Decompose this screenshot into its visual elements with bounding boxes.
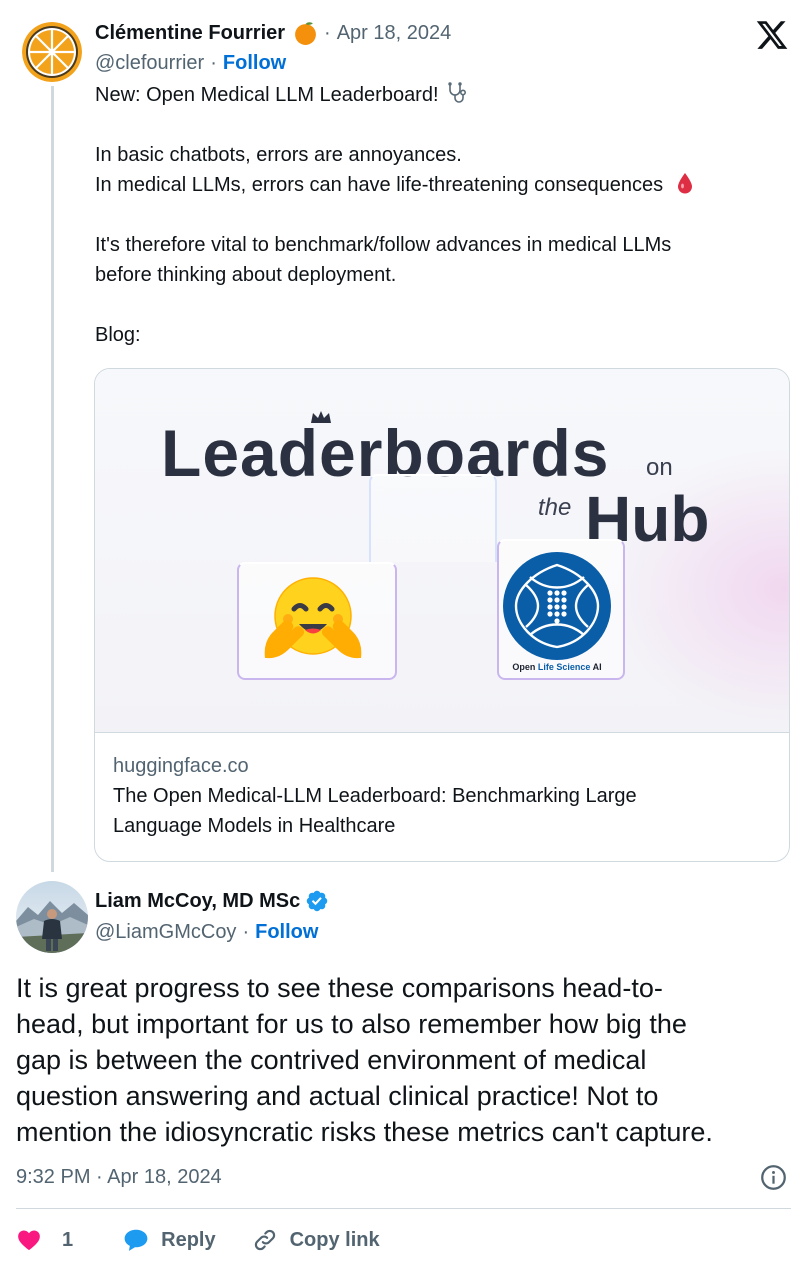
heart-icon [18,1230,40,1251]
separator-dot: · [324,21,331,44]
orange-emoji-icon [295,21,316,45]
tweet-actions-bar: 1 Reply Copy link [16,1222,416,1258]
copy-link-label: Copy link [289,1228,380,1251]
tweet-blank-line [95,200,785,230]
tweet-line: mention the idiosyncratic risks these me… [16,1117,713,1147]
tweet-line: It is great progress to see these compar… [16,973,663,1003]
like-button[interactable]: 1 [16,1227,73,1253]
reply-label: Reply [161,1228,216,1251]
tweet-line: gap is between the contrived environment… [16,1045,647,1075]
like-count: 1 [62,1228,74,1251]
orange-slice-avatar-icon [22,22,82,82]
separator-dot: · [242,920,250,943]
info-icon[interactable] [760,1164,787,1191]
author-name[interactable]: Liam McCoy, MD MSc [95,890,300,913]
follow-button[interactable]: Follow [255,921,318,944]
tweet-line: In basic chatbots, errors are annoyances… [95,144,462,166]
blood-drop-icon [678,173,693,194]
tweet-line: It's therefore vital to benchmark/follow… [95,234,672,256]
tweet-blank-line [95,110,785,140]
author-handle[interactable]: @LiamGMcCoy [95,921,236,944]
link-icon [254,1229,275,1251]
tweet-line: before thinking about deployment. [95,264,397,286]
divider [16,1208,791,1209]
tweet-date[interactable]: Apr 18, 2024 [337,22,452,45]
tweet-line: Blog: [95,324,141,346]
avatar-liam[interactable] [16,881,88,953]
person-photo-avatar-icon [16,881,88,953]
author-name[interactable]: Clémentine Fourrier [95,22,285,45]
podium-center [369,474,497,562]
main-tweet-text: It is great progress to see these compar… [16,970,791,1150]
partner-logo-caption: Open Life Science AI [512,662,602,672]
reply-button[interactable]: Reply [123,1227,216,1253]
avatar-clementine[interactable] [22,22,82,82]
tweet-line: New: Open Medical LLM Leaderboard! [95,80,785,110]
verified-badge-icon [306,890,328,912]
follow-button[interactable]: Follow [223,52,286,75]
author-handle[interactable]: @clefourrier [95,52,204,75]
thread-connector-line [51,86,54,872]
tweet-blank-line [95,290,785,320]
tweet-line: question answering and actual clinical p… [16,1081,659,1111]
speech-bubble-icon [124,1229,148,1251]
card-image: Leaderboards on the Hub Open Life Scienc… [95,369,789,733]
x-logo-icon[interactable] [754,18,790,52]
image-title-on: on [646,454,673,481]
link-preview-card[interactable]: Leaderboards on the Hub Open Life Scienc… [94,368,790,862]
tweet-timestamp[interactable]: 9:32 PM · Apr 18, 2024 [16,1163,222,1191]
hugging-face-logo-icon [264,577,362,659]
separator-dot: · [210,51,217,74]
copy-link-button[interactable]: Copy link [252,1227,380,1253]
image-title-the: the [538,494,572,521]
tweet-line: head, but important for us to also remem… [16,1009,687,1039]
open-life-science-ai-logo-icon [503,552,611,660]
card-domain: huggingface.co [113,755,249,777]
parent-tweet-text: New: Open Medical LLM Leaderboard! In ba… [95,80,785,350]
card-title: The Open Medical-LLM Leaderboard: Benchm… [113,785,637,837]
stethoscope-icon [447,82,466,103]
tweet-line: In medical LLMs, errors can have life-th… [95,170,785,200]
